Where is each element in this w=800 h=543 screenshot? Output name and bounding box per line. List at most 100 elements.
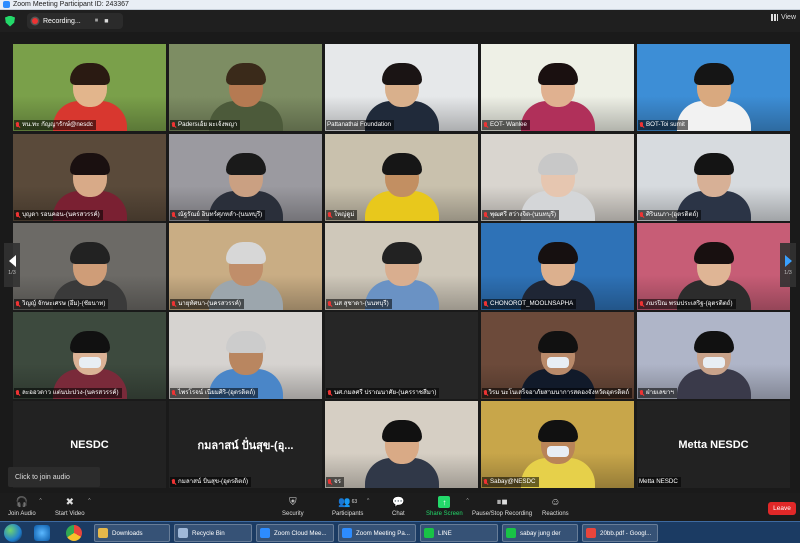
participant-video (637, 312, 790, 399)
video-off-icon: ✖ (65, 496, 74, 508)
window-title: Zoom Meeting Participant ID: 243367 (13, 1, 129, 8)
participant-tile[interactable]: CHONOROT_MOOLNSAPHA (481, 223, 634, 310)
participant-tile[interactable]: Pattanathai Foundation (325, 44, 478, 131)
participant-tile[interactable]: นส สุชาดา-(นนทบุรี) (325, 223, 478, 310)
participant-figure (676, 331, 751, 399)
participant-tile[interactable]: EOT- Wanlee (481, 44, 634, 131)
face-mask (546, 446, 569, 457)
chevron-up-icon[interactable]: ^ (88, 498, 90, 504)
participant-tile[interactable]: วิญญ์ จักษะเศรษ (อึ่ม)-(ชัยนาท) (13, 223, 166, 310)
shield-icon[interactable] (5, 15, 15, 27)
page-indicator-right: 1/3 (784, 269, 792, 276)
participant-tile[interactable]: Sabay@NESDC (481, 401, 634, 488)
taskbar-item[interactable]: sabay jung der (502, 524, 578, 542)
taskbar-app-icon (506, 528, 516, 538)
participant-tile[interactable]: ใหญ่ดูม่ (325, 134, 478, 221)
join-audio-tooltip[interactable]: Click to join audio (8, 467, 100, 487)
previous-page-button[interactable]: 1/3 (4, 243, 20, 287)
participant-name: ณัฐรัณย์ อินทร์ศุภหลำ-(นนทบุรี) (178, 211, 263, 218)
muted-mic-icon (171, 300, 176, 308)
chevron-up-icon[interactable]: ^ (466, 498, 468, 504)
participant-name: EOT- Wanlee (490, 121, 527, 128)
start-video-button[interactable]: ✖ Start Video ^ (55, 496, 91, 518)
taskbar-item[interactable]: Zoom Cloud Mee... (256, 524, 334, 542)
participant-tile[interactable]: ภมรปิณ พรมประเสริฐ-(อุตรดิตถ์) (637, 223, 790, 310)
muted-mic-icon (171, 121, 176, 129)
participant-name: CHONOROT_MOOLNSAPHA (490, 300, 574, 307)
participant-video (481, 401, 634, 488)
participant-tile[interactable]: ละออวดาว แต่นปะปวง-(นครสวรรค์) (13, 312, 166, 399)
taskbar-item[interactable]: LINE (420, 524, 498, 542)
participant-tile[interactable]: ฝ่ายเลขาฯ (637, 312, 790, 399)
participant-tile[interactable]: Padersเอ้ย ผะเจ้งพญา (169, 44, 322, 131)
participant-tile[interactable]: จร (325, 401, 478, 488)
participant-name-label: วิรม นะโนเสร็จอาภัยสามนาการสดองจังหวัดอุ… (482, 388, 632, 398)
muted-mic-icon (483, 478, 488, 486)
participant-tile[interactable]: บุญดา รอนคอน-(นครสวรรค์) (13, 134, 166, 221)
participant-video (481, 134, 634, 221)
participant-tile[interactable]: กมลาสน์ ปั่นสุข-(อุ... กมลาสน์ ปั่นสุข-(อ… (169, 401, 322, 488)
participant-tile[interactable]: ณัฐรัณย์ อินทร์ศุภหลำ-(นนทบุรี) (169, 134, 322, 221)
chrome-icon[interactable] (66, 525, 82, 541)
chat-button[interactable]: 💬 Chat (392, 496, 405, 518)
face-mask (78, 357, 101, 368)
participant-name: จร (334, 478, 341, 485)
recording-label: Recording... (43, 17, 81, 25)
muted-mic-icon (171, 211, 176, 219)
participant-figure (364, 420, 439, 488)
taskbar-app-icon (178, 528, 188, 538)
participant-name: นายุทัศนา-(นครสวรรค์) (178, 300, 241, 307)
reactions-label: Reactions (542, 511, 569, 517)
participant-tile[interactable]: วิรม นะโนเสร็จอาภัยสามนาการสดองจังหวัดอุ… (481, 312, 634, 399)
taskbar-app-icon (260, 528, 270, 538)
participant-name: พุฒศรี สว่างจิต-(นนทบุรี) (490, 211, 556, 218)
participant-name: ไพรโรจน์ เนียมศิริ-(อุตรดิตถ์) (178, 389, 256, 396)
share-screen-button[interactable]: ↑ Share Screen ^ (426, 496, 469, 517)
muted-mic-icon (483, 211, 488, 219)
share-screen-label: Share Screen (426, 511, 463, 517)
participant-tile[interactable]: พุฒศรี สว่างจิต-(นนทบุรี) (481, 134, 634, 221)
pause-stop-recording-button[interactable]: ⏸■ Pause/Stop Recording (472, 496, 533, 518)
taskbar-item[interactable]: Zoom Meeting Pa... (338, 524, 416, 542)
participant-tile[interactable]: BOT-Toi sumit (637, 44, 790, 131)
participant-name-label: กมลาสน์ ปั่นสุข-(อุตรดิตถ์) (170, 477, 252, 487)
pause-icon[interactable]: ⏸ (95, 17, 99, 25)
join-audio-label: Join Audio (8, 511, 36, 517)
internet-explorer-icon[interactable] (34, 525, 50, 541)
taskbar-item-label: Downloads (112, 529, 143, 537)
taskbar-item[interactable]: Recycle Bin (174, 524, 252, 542)
windows-start-icon[interactable] (4, 524, 22, 542)
reactions-button[interactable]: ☺ Reactions (542, 496, 569, 518)
participant-tile[interactable]: ศิรินนภา-(อุตรดิตถ์) (637, 134, 790, 221)
participants-icon: 👥 63 (338, 496, 358, 508)
participant-tile[interactable]: นายุทัศนา-(นครสวรรค์) (169, 223, 322, 310)
participant-name-label: พุฒศรี สว่างจิต-(นนทบุรี) (482, 210, 559, 220)
participant-video (169, 44, 322, 131)
security-button[interactable]: ⛨ Security (282, 496, 304, 518)
participant-tile[interactable]: Metta NESDC Metta NESDC (637, 401, 790, 488)
recording-indicator: Recording... ⏸ ■ (27, 13, 123, 29)
muted-mic-icon (327, 211, 332, 219)
chevron-up-icon[interactable]: ^ (367, 498, 369, 504)
participant-name-label: BOT-Toi sumit (638, 120, 688, 130)
participants-button[interactable]: 👥 63 Participants ^ (332, 496, 369, 518)
participant-tile[interactable]: นศ.กมลศรี ปราณนาศัย-(นครราชสีมา) (325, 312, 478, 399)
muted-mic-icon (639, 211, 644, 219)
participant-name: กมลาสน์ ปั่นสุข-(อุตรดิตถ์) (178, 478, 249, 485)
meeting-topbar: Recording... ⏸ ■ View (0, 10, 800, 32)
chevron-up-icon[interactable]: ^ (39, 498, 41, 504)
leave-button[interactable]: Leave (768, 502, 796, 515)
pause-stop-recording-label: Pause/Stop Recording (472, 511, 533, 517)
next-page-button[interactable]: 1/3 (780, 243, 796, 287)
taskbar-item[interactable]: 20bb.pdf - Googl... (582, 524, 658, 542)
zoom-logo-icon (3, 1, 10, 8)
participant-tile[interactable]: หน.ทะ กัญญารักษ์@nesdc (13, 44, 166, 131)
participant-tile[interactable]: ไพรโรจน์ เนียมศิริ-(อุตรดิตถ์) (169, 312, 322, 399)
participant-name: Metta NESDC (639, 478, 678, 485)
taskbar-item[interactable]: Downloads (94, 524, 170, 542)
view-button[interactable]: View (770, 14, 796, 21)
participant-name-label: ไพรโรจน์ เนียมศิริ-(อุตรดิตถ์) (170, 388, 259, 398)
join-audio-button[interactable]: 🎧 Join Audio ^ (8, 496, 42, 518)
participant-video (637, 134, 790, 221)
stop-icon[interactable]: ■ (104, 18, 108, 25)
